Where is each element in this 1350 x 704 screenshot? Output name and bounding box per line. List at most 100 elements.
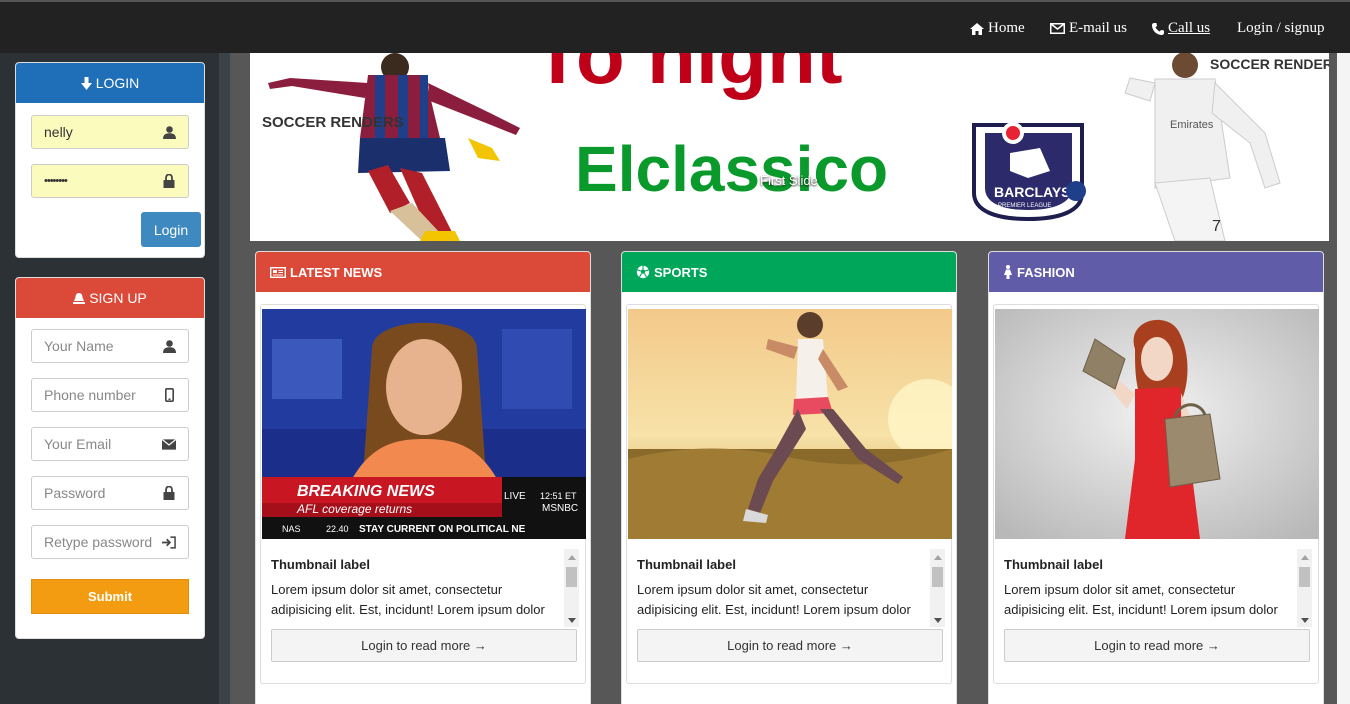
page-scroll-gutter	[1337, 53, 1350, 704]
slide-headline-top: To night	[533, 53, 843, 100]
soccer-ball-icon	[636, 265, 650, 279]
nav-call-label: Call us	[1168, 20, 1211, 36]
signup-submit-button[interactable]: Submit	[31, 579, 189, 614]
nav-home-link[interactable]: Home	[970, 20, 1025, 37]
login-panel: LOGIN nelly •••••••• Login	[15, 62, 205, 258]
banner-subtext: AFL coverage returns	[296, 502, 412, 516]
password-value: ••••••••	[44, 175, 68, 187]
latest-news-caption[interactable]: Thumbnail label Lorem ipsum dolor sit am…	[271, 549, 561, 625]
thumbnail-text: Lorem ipsum dolor sit amet, consectetur …	[1004, 582, 1278, 617]
signup-panel-title: SIGN UP	[89, 290, 147, 306]
signup-password-field[interactable]: Password	[31, 476, 189, 510]
login-panel-title: LOGIN	[95, 75, 140, 91]
signup-phone-field[interactable]: Phone number	[31, 378, 189, 412]
live-text: LIVE	[504, 491, 526, 502]
league-name-text: BARCLAYS	[994, 184, 1071, 200]
thumbnail-text: Lorem ipsum dolor sit amet, consectetur …	[637, 582, 911, 617]
carousel-caption: First Slide	[760, 173, 818, 188]
user-icon	[162, 339, 176, 353]
username-value: nelly	[44, 124, 73, 140]
sports-header: SPORTS	[622, 252, 956, 292]
runner-image	[628, 309, 952, 539]
signup-panel: SIGN UP Your Name Phone number Your Emai…	[15, 277, 205, 639]
sports-caption[interactable]: Thumbnail label Lorem ipsum dolor sit am…	[637, 549, 927, 625]
caption-scrollbar[interactable]	[564, 549, 579, 627]
fashion-thumbnail: Thumbnail label Lorem ipsum dolor sit am…	[993, 304, 1319, 684]
nav-email-link[interactable]: E-mail us	[1050, 20, 1127, 37]
brand-logo-text: SOCCER RENDERS	[262, 114, 404, 131]
arrow-down-icon	[80, 76, 92, 90]
home-icon	[970, 22, 984, 35]
nav-login-label: Login / signup	[1237, 20, 1325, 36]
login-button[interactable]: Login	[141, 212, 201, 247]
scroll-down-icon[interactable]	[1301, 618, 1309, 623]
envelope-icon	[1050, 23, 1065, 34]
nav-home-label: Home	[988, 20, 1025, 36]
time-text: 12:51 ET	[540, 491, 577, 501]
svg-text:7: 7	[1212, 218, 1221, 235]
nav-email-label: E-mail us	[1069, 20, 1127, 36]
slide-headline: Elclassico	[575, 133, 888, 205]
signup-panel-header: SIGN UP	[16, 278, 204, 318]
top-navbar: Home E-mail us Call us Login / signup	[0, 0, 1350, 53]
signup-retype-placeholder: Retype password	[44, 534, 153, 550]
scroll-down-icon[interactable]	[568, 618, 576, 623]
sports-title: SPORTS	[654, 264, 708, 280]
carousel-slide-image: SOCCER RENDERS To night Elclassico BARCL…	[250, 53, 1329, 241]
latest-news-thumbnail: BREAKING NEWS AFL coverage returns LIVE …	[260, 304, 586, 684]
mobile-phone-icon	[162, 388, 176, 402]
login-to-read-more-button[interactable]: Login to read more →	[1004, 629, 1310, 662]
latest-news-header: LATEST NEWS	[256, 252, 590, 292]
fashion-header: FASHION	[989, 252, 1323, 292]
fashion-caption[interactable]: Thumbnail label Lorem ipsum dolor sit am…	[1004, 549, 1294, 625]
thumbnail-label: Thumbnail label	[1004, 557, 1103, 572]
signup-name-field[interactable]: Your Name	[31, 329, 189, 363]
scroll-thumb[interactable]	[932, 567, 943, 587]
league-sub-text: PREMIER LEAGUE	[998, 203, 1051, 209]
login-to-read-more-button[interactable]: Login to read more →	[637, 629, 943, 662]
lock-icon	[162, 486, 176, 500]
fashion-card: FASHION Thumbnail label Lorem ipsum dolo…	[988, 251, 1324, 704]
brand-logo-text: SOCCER RENDERS	[1210, 56, 1329, 72]
login-panel-header: LOGIN	[16, 63, 204, 103]
nav-call-link[interactable]: Call us	[1152, 20, 1210, 37]
phone-icon	[1152, 22, 1164, 35]
caption-scrollbar[interactable]	[930, 549, 945, 627]
password-field[interactable]: ••••••••	[31, 164, 189, 198]
scroll-thumb[interactable]	[566, 567, 577, 587]
signup-retype-password-field[interactable]: Retype password	[31, 525, 189, 559]
latest-news-title: LATEST NEWS	[290, 264, 383, 280]
breaking-news-text: BREAKING NEWS	[297, 483, 435, 500]
sign-in-icon	[162, 535, 176, 549]
sports-thumbnail: Thumbnail label Lorem ipsum dolor sit am…	[626, 304, 952, 684]
sports-card: SPORTS Thumbnail label Lorem ipsum dolor…	[621, 251, 957, 704]
female-icon	[1004, 265, 1012, 279]
signup-phone-placeholder: Phone number	[44, 387, 136, 403]
latest-news-card: LATEST NEWS BREAKING NEWS AFL coverage r…	[255, 251, 591, 704]
user-icon	[162, 125, 176, 139]
soccer-renders-logo-right: SOCCER RENDERS	[1208, 53, 1329, 73]
premier-league-logo: BARCLAYS PREMIER LEAGUE	[972, 122, 1086, 222]
nas-label: NAS	[282, 524, 301, 534]
caption-scrollbar[interactable]	[1297, 549, 1312, 627]
scroll-thumb[interactable]	[1299, 567, 1310, 587]
signup-email-field[interactable]: Your Email	[31, 427, 189, 461]
signup-password-placeholder: Password	[44, 485, 106, 501]
thumbnail-text: Lorem ipsum dolor sit amet, consectetur …	[271, 582, 545, 617]
scroll-up-icon[interactable]	[934, 555, 942, 560]
lock-icon	[162, 174, 176, 188]
scroll-up-icon[interactable]	[1301, 555, 1309, 560]
signup-email-placeholder: Your Email	[44, 436, 112, 452]
news-anchor-image: BREAKING NEWS AFL coverage returns LIVE …	[262, 309, 586, 539]
username-field[interactable]: nelly	[31, 115, 189, 149]
fashion-model-image	[995, 309, 1319, 539]
thumbnail-label: Thumbnail label	[637, 557, 736, 572]
login-to-read-more-button[interactable]: Login to read more →	[271, 629, 577, 662]
nav-login-signup-link[interactable]: Login / signup	[1237, 20, 1325, 37]
fashion-title: FASHION	[1017, 264, 1075, 280]
hero-carousel[interactable]: SOCCER RENDERS To night Elclassico BARCL…	[250, 53, 1329, 241]
envelope-icon	[162, 437, 176, 451]
scroll-down-icon[interactable]	[934, 618, 942, 623]
scroll-up-icon[interactable]	[568, 555, 576, 560]
nas-value: 22.40	[326, 524, 349, 534]
